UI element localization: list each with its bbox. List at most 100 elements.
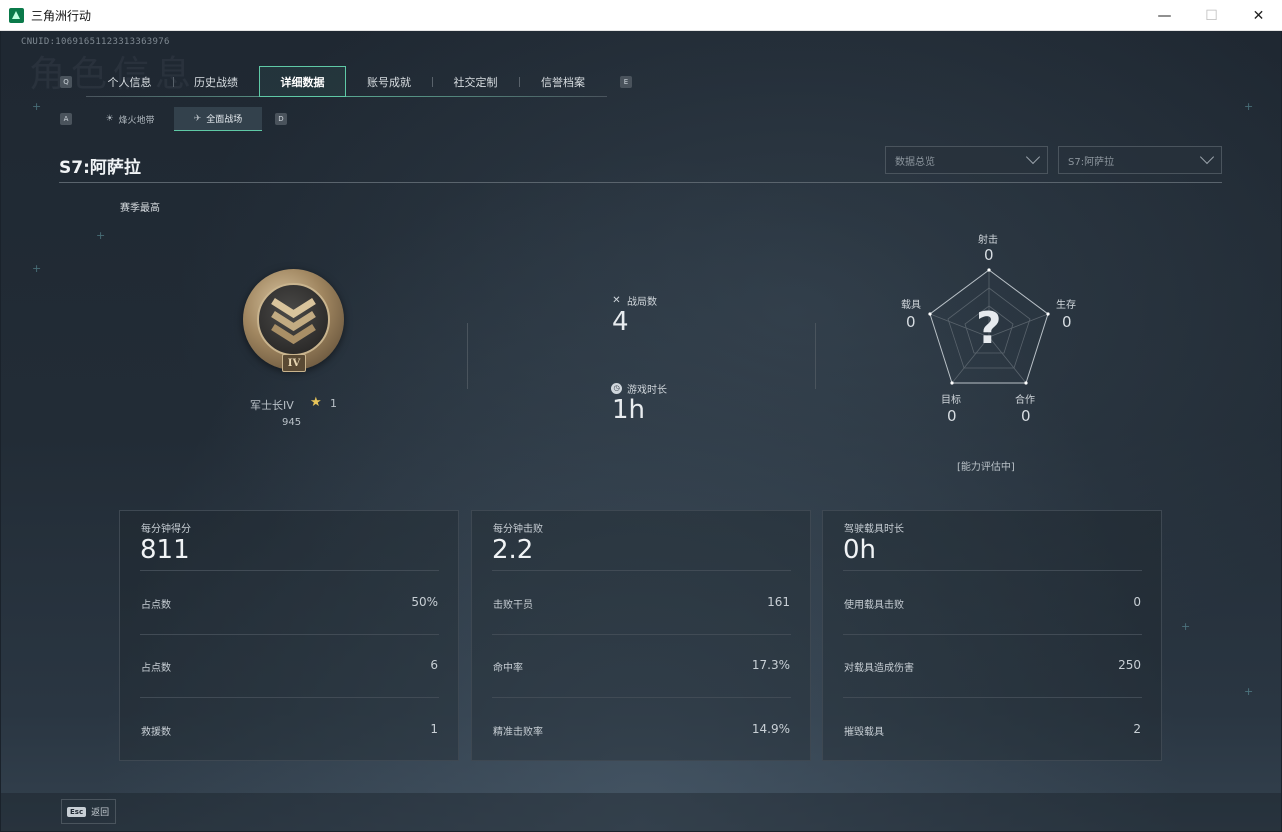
tab-warfare-label: 全面战场 xyxy=(206,115,243,125)
card-title: 每分钟得分 xyxy=(141,524,191,535)
card-row-label: 精准击败率 xyxy=(493,727,543,738)
radar-label-shooting: 射击 xyxy=(978,235,998,246)
crosshair-icon: + xyxy=(1181,620,1191,633)
app-logo-icon xyxy=(9,7,24,23)
esc-key-icon: Esc xyxy=(67,806,87,817)
season-title: S7:阿萨拉 xyxy=(59,158,141,178)
rank-name: 军士长IV xyxy=(250,399,294,412)
radar-value-shooting: 0 xyxy=(984,246,994,264)
card-divider xyxy=(492,570,791,571)
view-dropdown-value: 数据总览 xyxy=(895,156,935,168)
season-divider xyxy=(59,182,1222,183)
radar-value-teamwork: 0 xyxy=(1021,407,1031,425)
card-row-value: 50% xyxy=(411,595,438,609)
radar-label-survival: 生存 xyxy=(1056,300,1076,311)
crossed-swords-icon: ✕ xyxy=(612,295,621,306)
card-title: 每分钟击败 xyxy=(493,524,543,535)
chevron-down-icon xyxy=(1025,149,1041,165)
playtime-stat: ◷ 游戏时长 xyxy=(611,381,667,396)
star-icon: ★ xyxy=(310,395,322,410)
radar-label-vehicle: 载具 xyxy=(901,300,921,311)
rank-star-count: 1 xyxy=(330,397,337,410)
card-row-label: 击败干员 xyxy=(493,600,533,611)
radar-label-objective: 目标 xyxy=(941,395,961,406)
card-title: 驾驶载具时长 xyxy=(844,524,904,535)
card-row-label: 命中率 xyxy=(493,663,523,674)
card-row-label: 占点数 xyxy=(141,600,171,611)
card-row-label: 摧毁载具 xyxy=(844,727,884,738)
back-label: 返回 xyxy=(91,808,110,818)
crosshair-icon: + xyxy=(32,262,42,275)
main-tab-bar: 个人信息 历史战绩 详细数据 账号成就 社交定制 信誉档案 xyxy=(86,66,607,97)
card-big-value: 811 xyxy=(140,535,190,565)
tab-operations-mode[interactable]: ☀ 烽火地带 xyxy=(86,107,174,131)
games-value: 4 xyxy=(612,307,629,337)
crosshair-icon: + xyxy=(96,229,106,242)
crosshair-icon: + xyxy=(32,100,42,113)
back-button[interactable]: Esc 返回 xyxy=(61,799,116,824)
tab-reputation[interactable]: 信誉档案 xyxy=(519,66,607,97)
card-row-value: 0 xyxy=(1133,595,1141,609)
card-divider xyxy=(492,634,791,635)
playtime-label: 游戏时长 xyxy=(627,385,667,396)
battlefield-icon: ✈ xyxy=(193,113,202,124)
window-titlebar: 三角洲行动 — ☐ ✕ xyxy=(0,0,1282,31)
card-divider xyxy=(843,634,1142,635)
radar-value-vehicle: 0 xyxy=(906,313,916,331)
season-best-label: 赛季最高 xyxy=(120,203,160,214)
tab-personal-info[interactable]: 个人信息 xyxy=(86,66,173,97)
card-row-label: 占点数 xyxy=(141,663,171,674)
minimize-button[interactable]: — xyxy=(1141,0,1188,31)
tab-history[interactable]: 历史战绩 xyxy=(173,66,259,97)
card-row-value: 17.3% xyxy=(751,658,790,672)
section-divider xyxy=(467,323,468,389)
rank-points: 945 xyxy=(282,417,302,428)
vehicle-card: 驾驶载具时长 0h 使用载具击败 0 对载具造成伤害 250 摧毁载具 2 xyxy=(822,510,1162,761)
tab-operations-label: 烽火地带 xyxy=(118,115,155,126)
key-hint-next-sub: D xyxy=(275,113,287,125)
key-hint-next-tab: E xyxy=(620,76,632,88)
maximize-button[interactable]: ☐ xyxy=(1188,0,1235,31)
close-button[interactable]: ✕ xyxy=(1235,0,1282,31)
card-big-value: 2.2 xyxy=(492,535,534,565)
games-stat: ✕ 战局数 xyxy=(611,293,657,308)
game-viewport: 角色信息 CNUID:10691651123313363976 + + + + … xyxy=(1,31,1281,831)
radar-label-teamwork: 合作 xyxy=(1015,395,1035,406)
tab-social[interactable]: 社交定制 xyxy=(432,66,519,97)
chevron-down-icon xyxy=(1199,149,1215,165)
footer-bar xyxy=(1,793,1281,831)
card-row-value: 2 xyxy=(1133,722,1141,736)
card-row-value: 6 xyxy=(430,658,438,672)
tab-warfare-mode[interactable]: ✈ 全面战场 xyxy=(174,107,262,131)
season-dropdown[interactable]: S7:阿萨拉 xyxy=(1058,146,1222,174)
view-dropdown[interactable]: 数据总览 xyxy=(885,146,1048,174)
clock-icon: ◷ xyxy=(611,383,622,394)
medal-center xyxy=(257,283,330,356)
crosshair-icon: + xyxy=(1244,100,1254,113)
card-divider xyxy=(140,634,439,635)
mode-tab-bar: ☀ 烽火地带 ✈ 全面战场 xyxy=(86,107,262,131)
card-divider xyxy=(140,570,439,571)
card-big-value: 0h xyxy=(843,535,877,565)
key-hint-prev-sub: A xyxy=(60,113,72,125)
kills-card: 每分钟击败 2.2 击败干员 161 命中率 17.3% 精准击败率 14.9% xyxy=(471,510,811,761)
cnuid-label: CNUID:10691651123313363976 xyxy=(21,37,170,47)
rank-tier-badge: IV xyxy=(282,354,306,372)
season-dropdown-value: S7:阿萨拉 xyxy=(1068,156,1115,168)
card-divider xyxy=(140,697,439,698)
tab-achievements[interactable]: 账号成就 xyxy=(346,66,432,97)
card-row-label: 对载具造成伤害 xyxy=(844,663,914,674)
card-row-label: 使用载具击败 xyxy=(844,600,904,611)
tab-detailed-data[interactable]: 详细数据 xyxy=(259,66,346,97)
chevron-rank-icon xyxy=(271,298,316,345)
card-row-value: 1 xyxy=(430,722,438,736)
score-card: 每分钟得分 811 占点数 50% 占点数 6 救援数 1 xyxy=(119,510,459,761)
card-divider xyxy=(492,697,791,698)
crosshair-icon: + xyxy=(1244,685,1254,698)
card-row-value: 250 xyxy=(1118,658,1141,672)
window-controls: — ☐ ✕ xyxy=(1141,0,1282,31)
section-divider xyxy=(815,323,816,389)
radar-value-survival: 0 xyxy=(1062,313,1072,331)
radar-placeholder: ? xyxy=(976,303,1002,354)
card-divider xyxy=(843,697,1142,698)
